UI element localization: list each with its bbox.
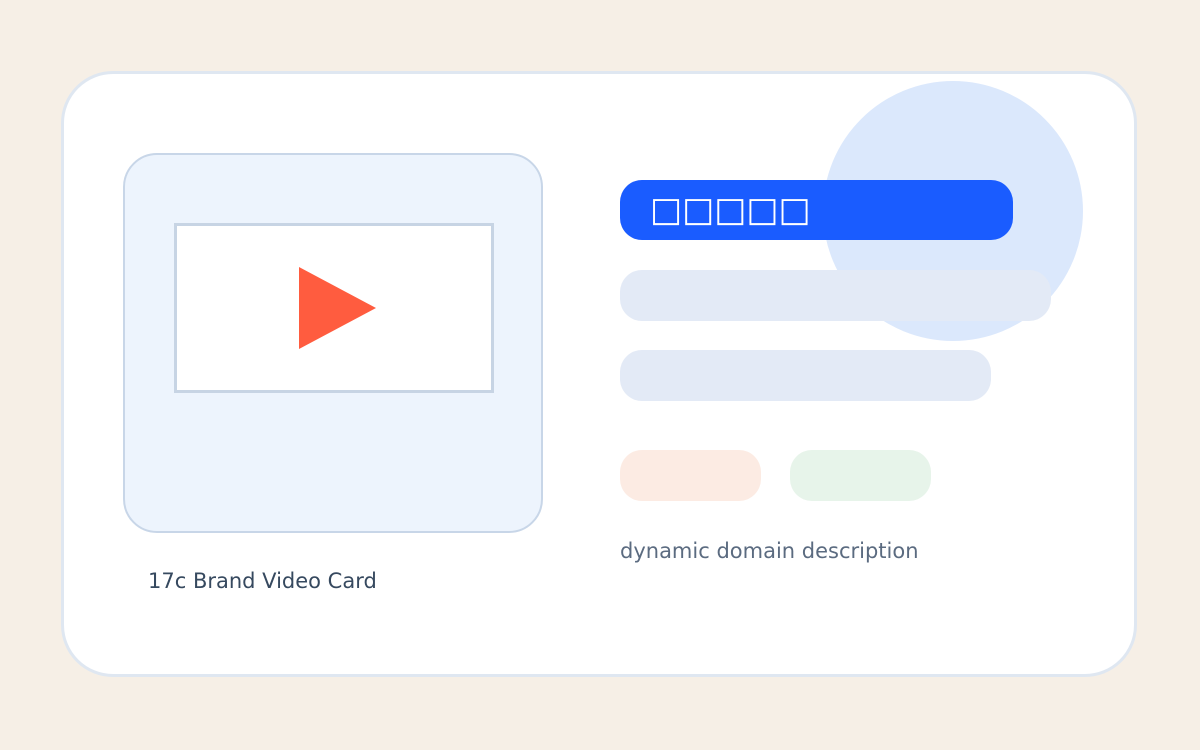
video-preview[interactable] bbox=[174, 223, 494, 393]
title-pill: □□□□□ bbox=[620, 180, 1013, 240]
description-text: dynamic domain description bbox=[620, 539, 919, 563]
brand-caption: 17c Brand Video Card bbox=[148, 569, 377, 593]
orange-tag-chip bbox=[620, 450, 761, 501]
text-placeholder-line bbox=[620, 350, 991, 401]
text-placeholder-line bbox=[620, 270, 1051, 321]
media-frame bbox=[123, 153, 543, 533]
page-stage: 17c Brand Video Card □□□□□ dynamic domai… bbox=[0, 0, 1200, 750]
green-tag-chip bbox=[790, 450, 931, 501]
video-card: 17c Brand Video Card □□□□□ dynamic domai… bbox=[61, 71, 1137, 677]
play-icon[interactable] bbox=[299, 267, 376, 349]
